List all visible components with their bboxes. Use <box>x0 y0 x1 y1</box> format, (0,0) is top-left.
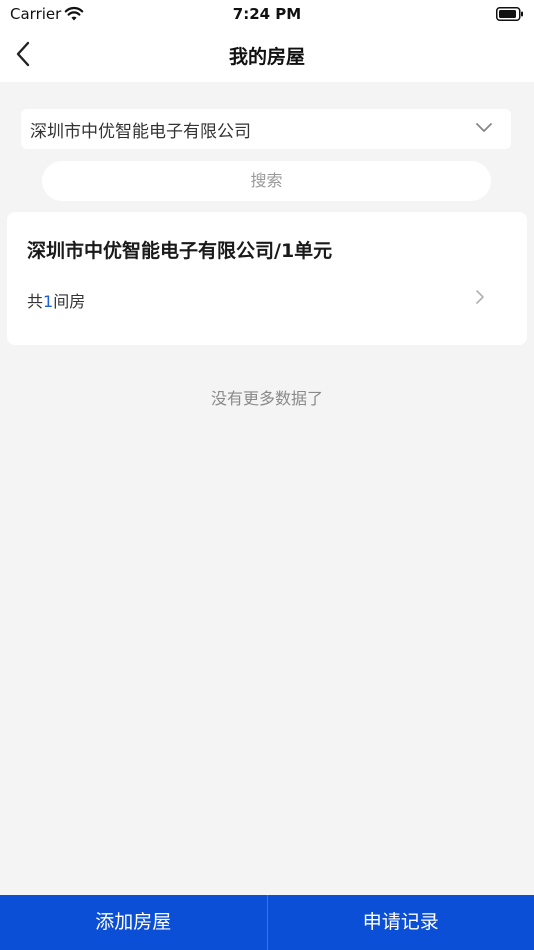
no-more-data-text: 没有更多数据了 <box>210 389 323 408</box>
room-count-suffix: 间房 <box>53 292 86 311</box>
add-house-button[interactable]: 添加房屋 <box>0 895 267 950</box>
company-select-value: 深圳市中优智能电子有限公司 <box>30 122 251 142</box>
battery-icon <box>496 7 523 21</box>
nav-bar: 我的房屋 <box>0 28 534 82</box>
status-bar: Carrier 7:24 PM <box>0 0 534 28</box>
page-title: 我的房屋 <box>228 46 305 68</box>
chevron-right-icon <box>476 290 484 304</box>
house-room-count: 共1间房 <box>27 288 85 312</box>
bottom-action-bar: 添加房屋 申请记录 <box>0 895 534 950</box>
company-select[interactable]: 深圳市中优智能电子有限公司 <box>21 109 511 149</box>
application-records-button[interactable]: 申请记录 <box>268 895 534 950</box>
search-button[interactable]: 搜索 <box>42 161 491 201</box>
screen: Carrier 7:24 PM 我的房屋 深圳市中优智能电子有限公司 搜索 深圳… <box>0 0 534 950</box>
room-count-number: 1 <box>43 292 54 311</box>
house-card-title: 深圳市中优智能电子有限公司/1单元 <box>27 240 333 262</box>
chevron-down-icon <box>476 123 492 132</box>
status-time: 7:24 PM <box>232 5 302 23</box>
house-card[interactable]: 深圳市中优智能电子有限公司/1单元 共1间房 <box>7 212 527 345</box>
room-count-prefix: 共 <box>27 292 44 311</box>
